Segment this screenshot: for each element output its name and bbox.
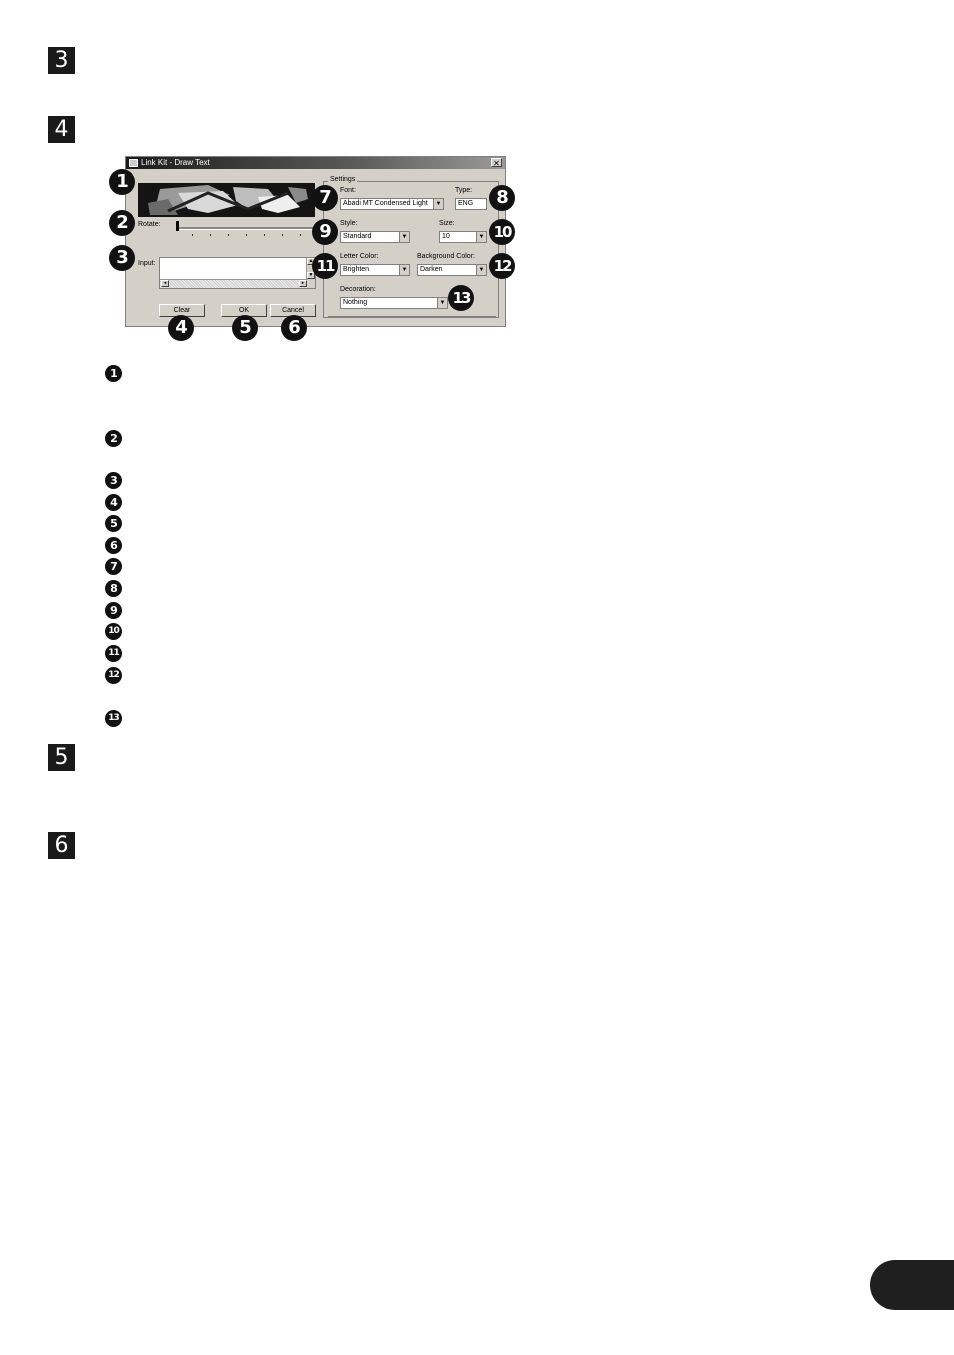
list-callout-2: 2 [105, 430, 122, 447]
list-callout-12: 12 [105, 667, 122, 684]
rotate-label: Rotate: [138, 221, 161, 228]
horizontal-scrollbar[interactable]: ◂ ▸ [160, 279, 308, 288]
list-callout-4: 4 [105, 494, 122, 511]
page-number-tab [870, 1260, 954, 1310]
rotate-slider-thumb[interactable] [176, 221, 179, 231]
letter-color-label: Letter Color: [340, 253, 379, 260]
callout-8: 8 [489, 185, 515, 211]
font-select[interactable]: Abadi MT Condensed Light ▼ [340, 198, 444, 210]
background-color-value: Darken [420, 266, 443, 273]
size-value: 10 [442, 233, 450, 240]
decoration-label: Decoration: [340, 286, 376, 293]
dropdown-arrow-icon[interactable]: ▼ [433, 199, 443, 209]
type-field[interactable]: ENG [455, 198, 487, 210]
callout-7: 7 [312, 185, 338, 211]
style-select[interactable]: Standard ▼ [340, 231, 410, 243]
step-6-marker: 6 [48, 832, 75, 859]
slider-tick [264, 234, 265, 236]
slider-tick [192, 234, 193, 236]
step-5-marker: 5 [48, 744, 75, 771]
app-icon [129, 159, 138, 167]
callout-13: 13 [448, 285, 474, 311]
settings-group-title: Settings [328, 176, 358, 183]
decoration-value: Nothing [343, 299, 368, 306]
dropdown-arrow-icon[interactable]: ▼ [476, 232, 486, 242]
text-input[interactable]: ▲ ▼ ◂ ▸ [159, 257, 316, 289]
list-callout-3: 3 [105, 472, 122, 489]
letter-color-value: Brighten [343, 266, 370, 273]
list-callout-1: 1 [105, 365, 122, 382]
background-color-label: Background Color: [417, 253, 475, 260]
callout-12: 12 [489, 253, 515, 279]
list-callout-8: 8 [105, 580, 122, 597]
size-select[interactable]: 10 ▼ [439, 231, 487, 243]
list-callout-11: 11 [105, 645, 122, 662]
slider-tick [210, 234, 211, 236]
list-callout-6: 6 [105, 537, 122, 554]
size-label: Size: [439, 220, 455, 227]
slider-tick [282, 234, 283, 236]
callout-1: 1 [109, 169, 135, 195]
list-callout-13: 13 [105, 710, 122, 727]
dropdown-arrow-icon[interactable]: ▼ [399, 232, 409, 242]
text-preview [138, 183, 315, 217]
list-callout-5: 5 [105, 515, 122, 532]
list-callout-7: 7 [105, 558, 122, 575]
callout-5: 5 [232, 315, 258, 341]
callout-6: 6 [281, 315, 307, 341]
input-label: Input: [138, 260, 156, 267]
settings-separator [328, 316, 496, 317]
slider-tick [246, 234, 247, 236]
letter-color-select[interactable]: Brighten ▼ [340, 264, 410, 276]
dropdown-arrow-icon[interactable]: ▼ [476, 265, 486, 275]
style-value: Standard [343, 233, 372, 240]
callout-3: 3 [109, 245, 135, 271]
font-label: Font: [340, 187, 356, 194]
callout-11: 11 [312, 253, 338, 279]
decoration-select[interactable]: Nothing ▼ [340, 297, 448, 309]
background-color-select[interactable]: Darken ▼ [417, 264, 487, 276]
style-label: Style: [340, 220, 358, 227]
slider-tick [300, 234, 301, 236]
close-icon[interactable]: ✕ [491, 158, 502, 168]
callout-2: 2 [109, 210, 135, 236]
slider-tick [228, 234, 229, 236]
list-callout-10: 10 [105, 623, 122, 640]
callout-4: 4 [168, 315, 194, 341]
font-value: Abadi MT Condensed Light [343, 200, 428, 207]
list-callout-9: 9 [105, 602, 122, 619]
callout-9: 9 [312, 219, 338, 245]
step-4-marker: 4 [48, 116, 75, 143]
scroll-arrow-icon[interactable]: ◂ [161, 280, 169, 287]
callout-10: 10 [489, 219, 515, 245]
dropdown-arrow-icon[interactable]: ▼ [437, 298, 447, 308]
rotate-slider[interactable] [178, 227, 316, 230]
dropdown-arrow-icon[interactable]: ▼ [399, 265, 409, 275]
scroll-arrow-icon[interactable]: ▸ [299, 280, 307, 287]
type-label: Type: [455, 187, 473, 194]
step-3-marker: 3 [48, 47, 75, 74]
dialog-title: Link Kit - Draw Text [141, 158, 210, 167]
dialog-titlebar[interactable]: Link Kit - Draw Text ✕ [126, 157, 505, 169]
